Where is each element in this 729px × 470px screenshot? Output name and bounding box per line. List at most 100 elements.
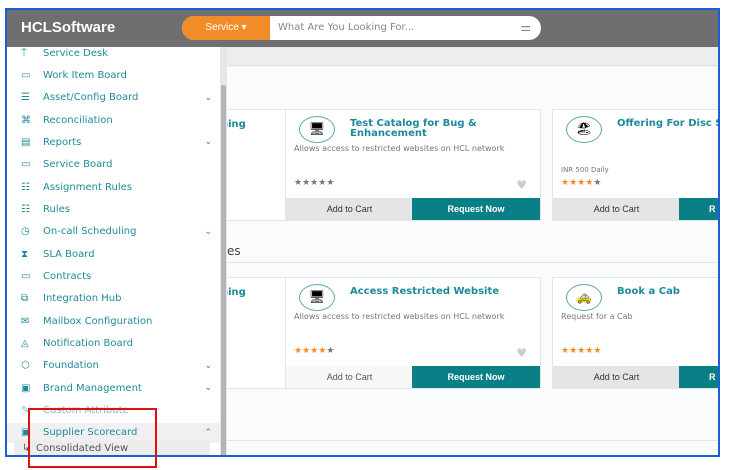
star-rating: ★★★★★ xyxy=(294,346,334,356)
chevron-icon[interactable]: ⌄ xyxy=(204,93,212,103)
card-description: Request for a Cab xyxy=(561,312,633,321)
offering-icon: 🚕 xyxy=(566,284,602,311)
menu-icon: ▭ xyxy=(21,69,31,81)
sidebar-item-label: Integration Hub xyxy=(43,293,122,305)
highlight-box xyxy=(28,408,157,468)
menu-icon: ☰ xyxy=(21,92,30,104)
section-title: es xyxy=(227,244,241,258)
sidebar-item-label: Mailbox Configuration xyxy=(43,315,153,327)
add-to-cart-button[interactable]: Add to Cart xyxy=(286,366,413,388)
menu-icon: ▣ xyxy=(21,382,31,394)
sidebar-item-notification-board[interactable]: ◬ Notification Board xyxy=(7,334,220,354)
sidebar-item-label: Brand Management xyxy=(43,382,142,394)
sliders-icon[interactable]: ⚌ xyxy=(520,20,531,34)
add-to-cart-button[interactable]: Add to Cart xyxy=(286,198,413,220)
sidebar-item-brand-management[interactable]: ▣ Brand Management ⌄ xyxy=(7,378,220,398)
offering-icon: 🖥 xyxy=(299,116,335,143)
menu-icon: ⬡ xyxy=(21,360,30,372)
sidebar-item-label: Asset/Config Board xyxy=(43,92,139,104)
chevron-icon[interactable]: ⌄ xyxy=(204,361,212,371)
scrollbar-thumb[interactable] xyxy=(221,85,226,455)
request-now-button[interactable]: R xyxy=(679,198,718,220)
sidebar-item-integration-hub[interactable]: ⧉ Integration Hub xyxy=(7,289,220,309)
chevron-icon[interactable]: ⌄ xyxy=(204,227,212,237)
sidebar-item-label: Foundation xyxy=(43,360,99,372)
card-title[interactable]: Book a Cab xyxy=(617,287,718,297)
divider xyxy=(220,65,718,66)
top-header: HCLSoftware Service ▾ What Are You Looki… xyxy=(7,10,718,47)
card-title[interactable]: Access Restricted Website xyxy=(350,287,535,297)
sidebar-item-rules[interactable]: ☷ Rules xyxy=(7,199,220,219)
sidebar-item-asset-config-board[interactable]: ☰ Asset/Config Board ⌄ xyxy=(7,88,220,108)
star-rating: ★★★★★ xyxy=(561,178,601,188)
sidebar-item-label: Reconciliation xyxy=(43,114,113,126)
heart-icon[interactable]: ♥ xyxy=(516,346,527,360)
add-to-cart-button[interactable]: Add to Cart xyxy=(553,198,680,220)
menu-icon: ✉ xyxy=(21,315,30,327)
sidebar-menu: ⍑ Service Desk ▭ Work Item Board ☰ Asset/Conf… xyxy=(7,47,220,455)
catalog-card[interactable]: 🏖Offering For Disc S 20.1INR 500 Daily★★… xyxy=(552,109,718,221)
chevron-icon[interactable]: ⌄ xyxy=(204,383,212,393)
catalog-card[interactable]: 🚕 Book a Cab Request for a Cab ★★★★★ Add to … xyxy=(552,277,718,389)
sidebar-item-label: Notification Board xyxy=(43,338,133,350)
menu-icon: ☷ xyxy=(21,203,30,215)
sidebar-item-reconciliation[interactable]: ⌘ Reconciliation xyxy=(7,110,220,130)
star-icon: ★ xyxy=(326,346,335,356)
menu-icon: ☷ xyxy=(21,181,30,193)
sidebar-item-work-item-board[interactable]: ▭ Work Item Board xyxy=(7,65,220,85)
sidebar-item-sla-board[interactable]: ⧗ SLA Board xyxy=(7,244,220,264)
sidebar-item-label: Reports xyxy=(43,136,82,148)
catalog-card[interactable]: 🖥 Access Restricted Website Allows access … xyxy=(285,277,541,389)
star-icon: ★ xyxy=(593,346,602,356)
hcl-logo: HCLSoftware xyxy=(21,19,116,36)
request-now-button[interactable]: R xyxy=(679,366,718,388)
sidebar-item-label: Work Item Board xyxy=(43,69,127,81)
request-now-button[interactable]: Request Now xyxy=(412,198,540,220)
sidebar-item-service-board[interactable]: ▭ Service Board xyxy=(7,155,220,175)
sidebar-item-assignment-rules[interactable]: ☷ Assignment Rules xyxy=(7,177,220,197)
menu-icon: ▤ xyxy=(21,136,31,148)
card-title[interactable]: Test Catalog for Bug & Enhancement xyxy=(350,119,535,139)
menu-icon: ⌘ xyxy=(21,114,31,126)
sidebar-item-mailbox-configuration[interactable]: ✉ Mailbox Configuration xyxy=(7,311,220,331)
star-icon: ★ xyxy=(569,178,578,188)
search-bar: Service ▾ What Are You Looking For... ⚌ xyxy=(182,16,541,40)
star-icon: ★ xyxy=(569,346,578,356)
sidebar-item-service-desk[interactable]: ⍑ Service Desk xyxy=(7,47,220,63)
star-icon: ★ xyxy=(294,178,303,188)
divider xyxy=(220,262,718,263)
card-title[interactable]: Offering For Disc S 20.1 xyxy=(617,119,718,129)
sidebar-item-on-call-scheduling[interactable]: ◷ On-call Scheduling ⌄ xyxy=(7,222,220,242)
star-icon: ★ xyxy=(561,178,570,188)
star-icon: ★ xyxy=(302,178,311,188)
request-now-button[interactable]: Request Now xyxy=(412,366,540,388)
sidebar-item-label: Contracts xyxy=(43,271,92,282)
sidebar-item-label: Service Desk xyxy=(43,47,108,59)
sidebar-item-foundation[interactable]: ⬡ Foundation ⌄ xyxy=(7,356,220,376)
catalog-card[interactable]: 🖥 Test Catalog for Bug & Enhancement Allow… xyxy=(285,109,541,221)
star-rating: ★★★★★ xyxy=(561,346,601,356)
service-dropdown[interactable]: Service ▾ xyxy=(182,16,270,40)
sidebar-item-contracts[interactable]: ▭ Contracts xyxy=(7,267,220,287)
search-input[interactable]: What Are You Looking For... xyxy=(278,16,508,40)
star-rating: ★★★★★ xyxy=(294,178,334,188)
card-description: Allows access to restricted websites on … xyxy=(294,144,505,153)
menu-icon: ⧉ xyxy=(21,293,29,305)
add-to-cart-button[interactable]: Add to Cart xyxy=(553,366,680,388)
chevron-icon[interactable]: ⌃ xyxy=(204,428,212,438)
star-icon: ★ xyxy=(302,346,311,356)
star-icon: ★ xyxy=(326,178,335,188)
star-icon: ★ xyxy=(593,178,602,188)
heart-icon[interactable]: ♥ xyxy=(516,178,527,192)
star-icon: ★ xyxy=(561,346,570,356)
menu-icon: ▭ xyxy=(21,159,31,171)
menu-icon: ◬ xyxy=(21,338,29,350)
offering-icon: 🏖 xyxy=(566,116,602,143)
app-window: HCLSoftware Service ▾ What Are You Looki… xyxy=(5,8,720,457)
divider xyxy=(220,440,718,441)
sidebar-item-reports[interactable]: ▤ Reports ⌄ xyxy=(7,132,220,152)
chevron-icon[interactable]: ⌄ xyxy=(204,137,212,147)
menu-icon: ◷ xyxy=(21,226,30,238)
card-description: Allows access to restricted websites on … xyxy=(294,312,505,321)
star-icon: ★ xyxy=(294,346,303,356)
